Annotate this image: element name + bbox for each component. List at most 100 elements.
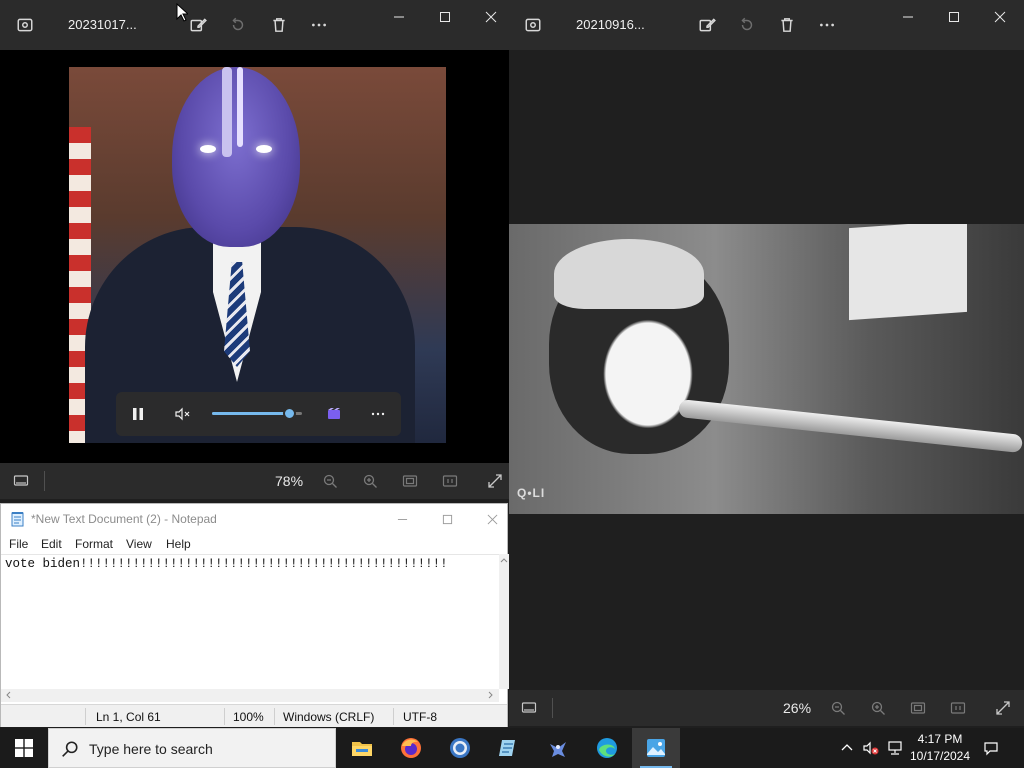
minimize-button[interactable] <box>379 504 425 534</box>
taskbar-game-app[interactable] <box>534 728 582 768</box>
filmstrip-icon[interactable] <box>11 471 31 491</box>
sheet-music-graphic <box>849 224 967 321</box>
scroll-right-icon[interactable] <box>487 691 495 699</box>
more-icon[interactable] <box>306 12 332 38</box>
photos-window-left: 20231017... 78% <box>0 0 509 503</box>
divider <box>85 708 86 725</box>
folder-icon <box>352 742 372 756</box>
edge-icon <box>597 738 617 758</box>
volume-fill <box>212 412 289 415</box>
minimize-button[interactable] <box>885 0 931 34</box>
glowing-eye <box>200 145 216 153</box>
volume-thumb[interactable] <box>282 407 296 420</box>
filmstrip-icon[interactable] <box>519 698 539 718</box>
divider <box>552 698 553 718</box>
volume-slider[interactable] <box>212 407 302 420</box>
close-button[interactable] <box>469 504 515 534</box>
firefox-icon <box>401 738 421 758</box>
notes-icon <box>499 740 515 756</box>
menu-format[interactable]: Format <box>75 537 113 551</box>
show-hidden-icons-chevron-icon[interactable] <box>838 739 856 757</box>
search-icon <box>62 741 78 757</box>
mouse-cursor-icon <box>176 3 188 22</box>
divider <box>274 708 275 725</box>
fit-to-window-icon[interactable] <box>908 698 928 718</box>
actual-size-icon[interactable] <box>948 698 968 718</box>
mute-icon[interactable] <box>172 404 192 424</box>
close-button[interactable] <box>468 0 509 34</box>
maximize-button[interactable] <box>422 0 468 34</box>
volume-muted-icon[interactable] <box>862 739 880 757</box>
more-icon[interactable] <box>814 12 840 38</box>
scroll-up-icon[interactable] <box>500 556 508 564</box>
rotate-icon[interactable] <box>225 12 251 38</box>
taskbar-edge[interactable] <box>583 728 631 768</box>
notepad-icon <box>11 512 24 527</box>
zoom-out-icon[interactable] <box>828 698 848 718</box>
zoom-out-icon[interactable] <box>320 471 340 491</box>
full-screen-icon[interactable] <box>993 698 1013 718</box>
taskbar-file-explorer[interactable] <box>338 728 386 768</box>
video-editor-icon[interactable] <box>324 404 344 424</box>
zoom-level: 100% <box>233 710 264 724</box>
zoom-in-icon[interactable] <box>360 471 380 491</box>
taskbar-photos[interactable] <box>632 728 680 768</box>
start-button[interactable] <box>0 728 48 768</box>
window-title: *New Text Document (2) - Notepad <box>31 512 217 526</box>
line-ending: Windows (CRLF) <box>283 710 375 724</box>
maximize-button[interactable] <box>424 504 470 534</box>
taskbar-notes-app[interactable] <box>485 728 533 768</box>
watermark: Q•LI <box>517 486 546 500</box>
menu-file[interactable]: File <box>9 537 28 551</box>
taskbar: Type here to search 4:17 PM 10/17/2024 <box>0 728 1024 768</box>
image-frame: Q•LI <box>509 224 1024 514</box>
notifications-icon[interactable] <box>982 739 1000 757</box>
full-screen-icon[interactable] <box>485 471 505 491</box>
glowing-eye <box>256 145 272 153</box>
clock-time: 4:17 PM <box>917 732 963 746</box>
horizontal-scrollbar[interactable] <box>1 689 499 702</box>
gallery-icon[interactable] <box>520 12 546 38</box>
titlebar[interactable]: 20210916... <box>509 0 1024 50</box>
zoom-in-icon[interactable] <box>868 698 888 718</box>
fit-to-window-icon[interactable] <box>400 471 420 491</box>
more-icon[interactable] <box>368 404 388 424</box>
titlebar[interactable]: *New Text Document (2) - Notepad <box>1 504 507 534</box>
scroll-left-icon[interactable] <box>4 691 12 699</box>
menu-edit[interactable]: Edit <box>41 537 62 551</box>
zoom-level: 78% <box>275 473 304 489</box>
photos-window-right: 20210916... Q•LI 26% <box>509 0 1024 728</box>
edit-image-icon[interactable] <box>694 12 720 38</box>
chrome-icon <box>450 738 470 758</box>
edit-image-icon[interactable] <box>185 12 211 38</box>
bird-character-icon <box>550 742 566 757</box>
taskbar-chrome[interactable] <box>436 728 484 768</box>
face-graphic <box>172 67 300 247</box>
gallery-icon[interactable] <box>12 12 38 38</box>
titlebar[interactable]: 20231017... <box>0 0 509 50</box>
divider <box>44 471 45 491</box>
face-stripe <box>237 67 243 147</box>
notepad-window: *New Text Document (2) - Notepad File Ed… <box>0 503 509 727</box>
delete-icon[interactable] <box>774 12 800 38</box>
taskbar-firefox[interactable] <box>387 728 435 768</box>
text-editor[interactable]: vote biden!!!!!!!!!!!!!!!!!!!!!!!!!!!!!!… <box>1 554 499 689</box>
rotate-icon[interactable] <box>734 12 760 38</box>
menu-bar: File Edit Format View Help <box>1 534 507 554</box>
pause-icon[interactable] <box>128 404 148 424</box>
menu-view[interactable]: View <box>126 537 152 551</box>
delete-icon[interactable] <box>266 12 292 38</box>
vertical-scrollbar[interactable] <box>499 554 509 689</box>
actual-size-icon[interactable] <box>440 471 460 491</box>
menu-help[interactable]: Help <box>166 537 191 551</box>
taskbar-search[interactable]: Type here to search <box>48 728 336 768</box>
face-stripe <box>222 67 232 157</box>
maximize-button[interactable] <box>931 0 977 34</box>
minimize-button[interactable] <box>376 0 422 34</box>
close-button[interactable] <box>977 0 1023 34</box>
system-clock[interactable]: 4:17 PM 10/17/2024 <box>906 731 974 765</box>
cursor-position: Ln 1, Col 61 <box>96 710 161 724</box>
hat-graphic <box>554 239 704 309</box>
divider <box>224 708 225 725</box>
network-icon[interactable] <box>886 739 904 757</box>
